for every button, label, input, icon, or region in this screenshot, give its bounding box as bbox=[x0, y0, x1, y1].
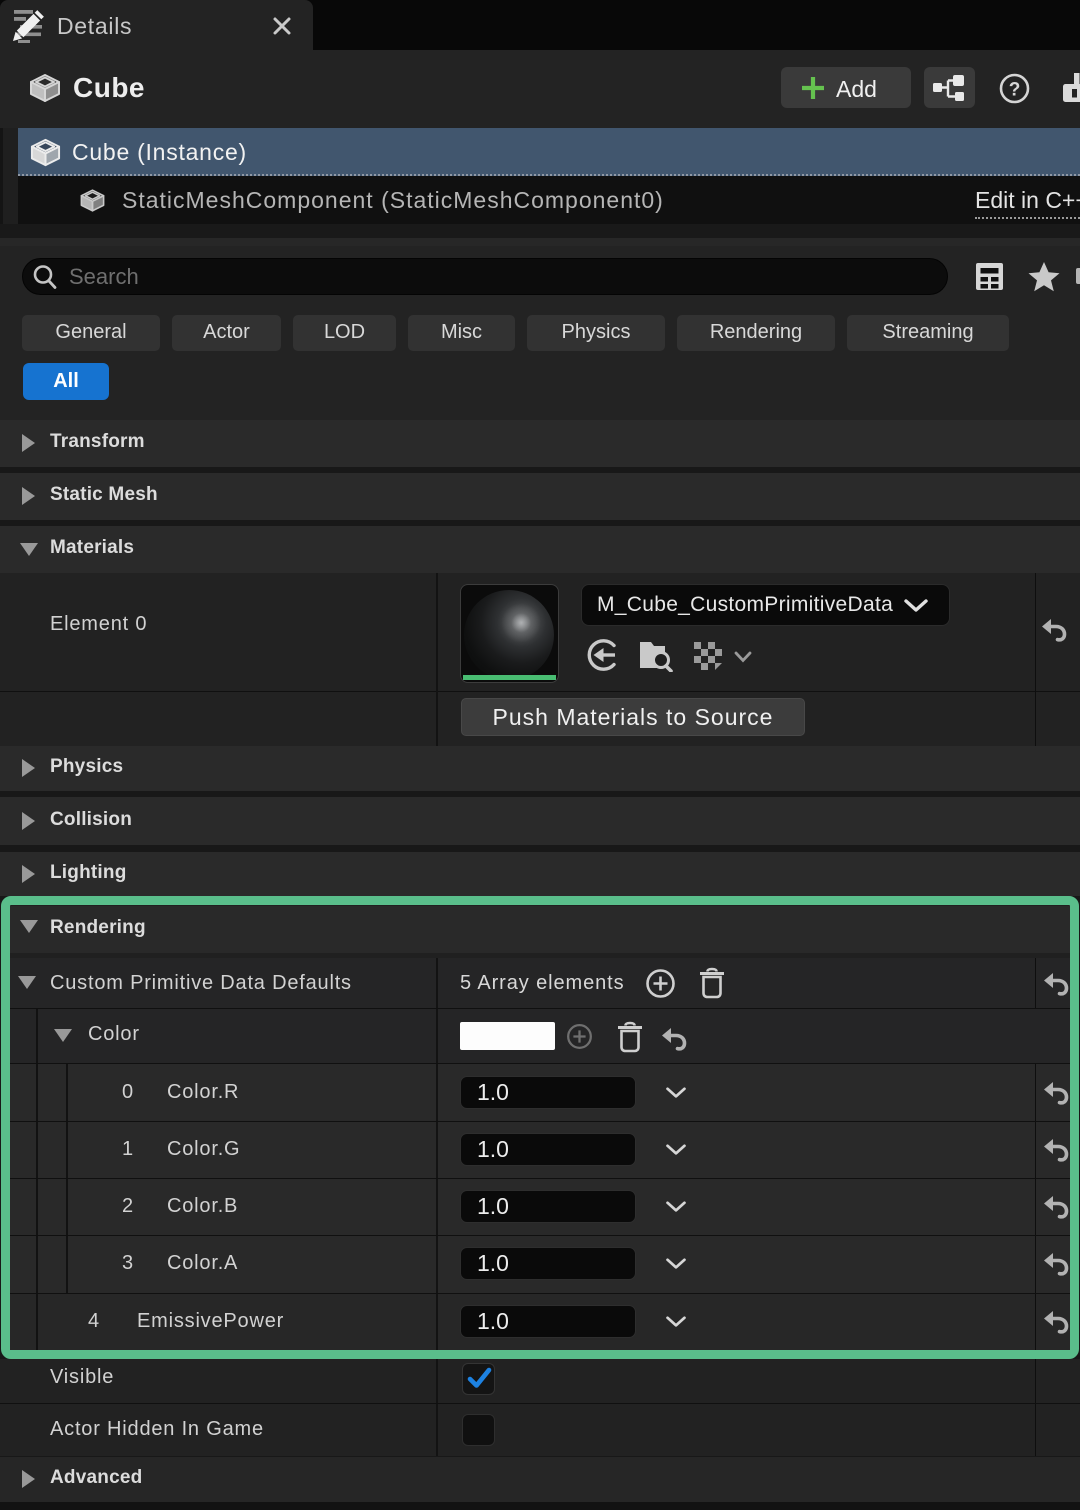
svg-text:?: ? bbox=[1009, 80, 1021, 101]
